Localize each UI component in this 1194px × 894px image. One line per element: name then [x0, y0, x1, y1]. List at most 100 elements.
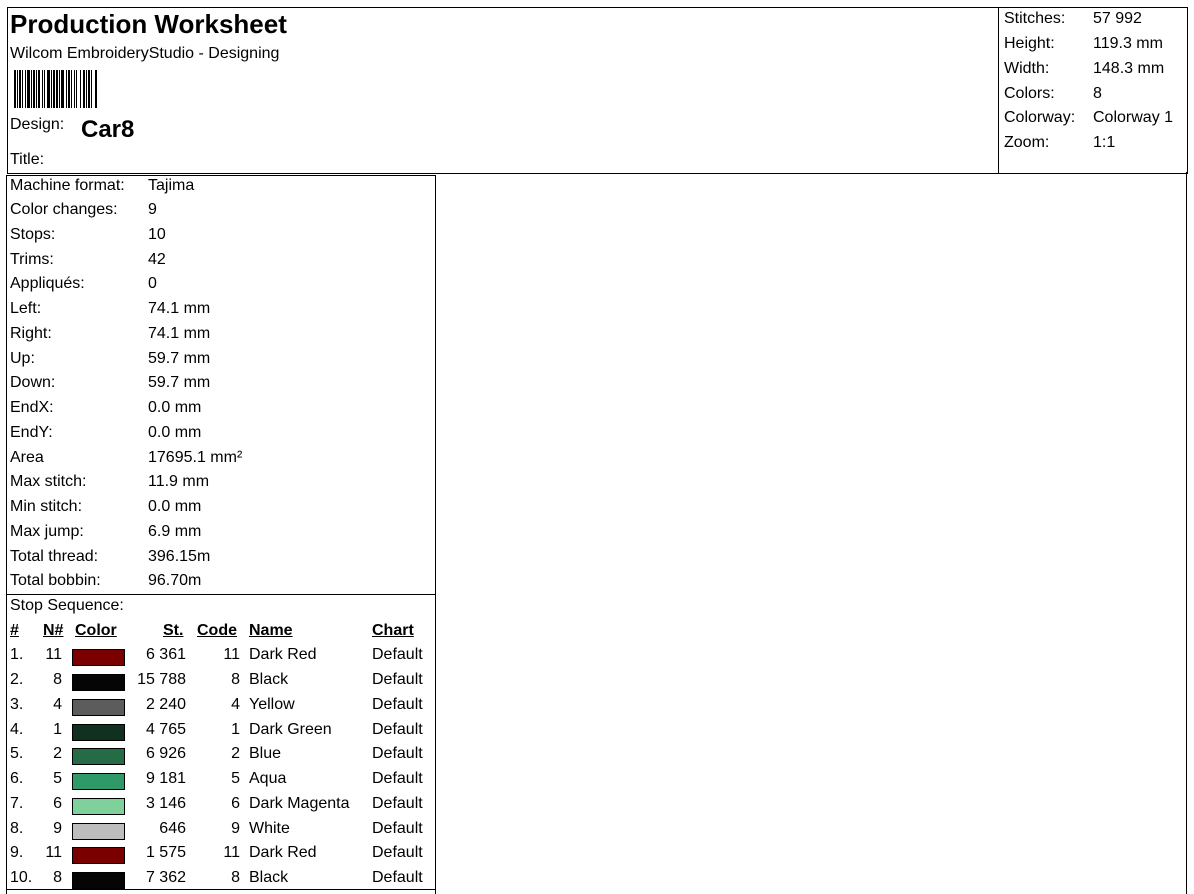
info-row: Stops: 10 — [10, 226, 430, 250]
info-row: Color changes: 9 — [10, 201, 430, 225]
col-header-needle: N# — [43, 622, 64, 639]
info-label: Machine format: — [10, 177, 125, 194]
stat-label: Zoom: — [1004, 134, 1050, 151]
stat-row: Stitches: 57 992 — [1004, 10, 1190, 34]
thread-chart: Default — [372, 721, 423, 738]
thread-name: Yellow — [249, 696, 295, 713]
info-value: 396.15m — [148, 548, 211, 565]
table-row: 1. 11 6 361 11 Dark Red Default — [6, 646, 434, 670]
table-row: 2. 8 15 788 8 Black Default — [6, 671, 434, 695]
stat-row: Colorway: Colorway 1 — [1004, 109, 1190, 133]
thread-code: 5 — [231, 770, 240, 787]
stat-row: Height: 119.3 mm — [1004, 35, 1190, 59]
info-row: Down: 59.7 mm — [10, 374, 430, 398]
stitch-count: 646 — [159, 820, 186, 837]
thread-code: 8 — [231, 671, 240, 688]
thread-chart: Default — [372, 844, 423, 861]
stat-label: Stitches: — [1004, 10, 1066, 27]
thread-name: Black — [249, 869, 289, 886]
info-value: Tajima — [148, 177, 195, 194]
info-value: 96.70m — [148, 572, 202, 589]
needle-number: 1 — [53, 721, 62, 738]
stitch-count: 6 361 — [145, 646, 186, 663]
thread-chart: Default — [372, 820, 423, 837]
table-row: 4. 1 4 765 1 Dark Green Default — [6, 721, 434, 745]
thread-name: White — [249, 820, 290, 837]
info-label: EndX: — [10, 399, 54, 416]
info-label: Total thread: — [10, 548, 99, 565]
stat-value: 57 992 — [1093, 10, 1142, 27]
needle-number: 9 — [53, 820, 62, 837]
title-label: Title: — [10, 151, 45, 168]
thread-chart: Default — [372, 745, 423, 762]
info-value: 74.1 mm — [148, 300, 211, 317]
info-row: Total thread: 396.15m — [10, 548, 430, 572]
info-row: Min stitch: 0.0 mm — [10, 498, 430, 522]
table-row: 5. 2 6 926 2 Blue Default — [6, 745, 434, 769]
needle-number: 11 — [45, 844, 62, 861]
needle-number: 6 — [53, 795, 62, 812]
col-header-stitches: St. — [163, 622, 184, 639]
thread-chart: Default — [372, 770, 423, 787]
thread-code: 4 — [231, 696, 240, 713]
stat-row: Width: 148.3 mm — [1004, 60, 1190, 84]
info-row: Right: 74.1 mm — [10, 325, 430, 349]
stat-value: 119.3 mm — [1093, 35, 1163, 52]
stitch-count: 6 926 — [145, 745, 186, 762]
stop-sequence-title: Stop Sequence: — [10, 597, 124, 614]
info-value: 0.0 mm — [148, 498, 202, 515]
needle-number: 11 — [45, 646, 62, 663]
thread-code: 6 — [231, 795, 240, 812]
table-row: 8. 9 646 9 White Default — [6, 820, 434, 844]
stitch-count: 15 788 — [137, 671, 186, 688]
info-label: Trims: — [10, 251, 54, 268]
stop-number: 6. — [10, 770, 24, 787]
stop-number: 9. — [10, 844, 24, 861]
info-label: Total bobbin: — [10, 572, 101, 589]
stat-value: 8 — [1093, 85, 1102, 102]
thread-code: 11 — [223, 646, 240, 663]
barcode-image — [14, 70, 97, 108]
info-row: Area 17695.1 mm² — [10, 449, 430, 473]
stitch-count: 4 765 — [145, 721, 186, 738]
info-row: Up: 59.7 mm — [10, 350, 430, 374]
stop-number: 4. — [10, 721, 24, 738]
info-label: Color changes: — [10, 201, 118, 218]
stitch-count: 3 146 — [145, 795, 186, 812]
info-label: Area — [10, 449, 44, 466]
thread-chart: Default — [372, 646, 423, 663]
design-label: Design: — [10, 116, 65, 133]
needle-number: 8 — [53, 869, 62, 886]
stat-label: Colors: — [1004, 85, 1055, 102]
info-label: Down: — [10, 374, 56, 391]
info-row: Max stitch: 11.9 mm — [10, 473, 430, 497]
thread-name: Blue — [249, 745, 282, 762]
thread-name: Aqua — [249, 770, 287, 787]
stat-row: Colors: 8 — [1004, 85, 1190, 109]
stop-number: 10. — [10, 869, 33, 886]
stat-value: 148.3 mm — [1093, 60, 1165, 77]
info-value: 0.0 mm — [148, 424, 202, 441]
thread-code: 2 — [231, 745, 240, 762]
design-name: Car8 — [81, 116, 135, 143]
needle-number: 5 — [53, 770, 62, 787]
info-row: Appliqués: 0 — [10, 275, 430, 299]
info-value: 11.9 mm — [148, 473, 210, 490]
stitch-count: 2 240 — [145, 696, 186, 713]
info-value: 0.0 mm — [148, 399, 202, 416]
info-row: Left: 74.1 mm — [10, 300, 430, 324]
table-row: 7. 6 3 146 6 Dark Magenta Default — [6, 795, 434, 819]
stat-value: 1:1 — [1093, 134, 1116, 151]
needle-number: 4 — [53, 696, 62, 713]
col-header-color: Color — [75, 622, 117, 639]
stat-label: Colorway: — [1004, 109, 1076, 126]
info-label: Appliqués: — [10, 275, 85, 292]
info-value: 74.1 mm — [148, 325, 211, 342]
info-label: Right: — [10, 325, 52, 342]
info-value: 9 — [148, 201, 157, 218]
info-label: Up: — [10, 350, 35, 367]
thread-name: Dark Red — [249, 844, 317, 861]
page-title: Production Worksheet — [10, 9, 287, 39]
info-row: Machine format: Tajima — [10, 177, 430, 201]
col-header-chart: Chart — [372, 622, 414, 639]
